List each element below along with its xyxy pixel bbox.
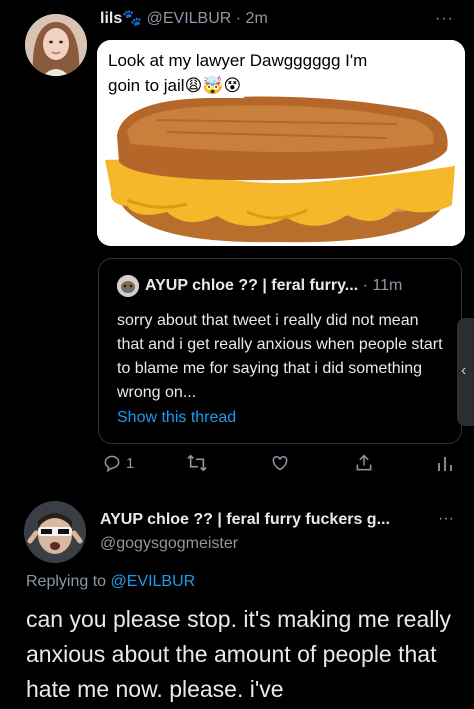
reply-button[interactable]: 1	[102, 453, 134, 473]
quoted-time: · 11m	[362, 277, 403, 295]
reply-more-dots-icon[interactable]: ···	[438, 510, 454, 528]
heart-icon	[272, 455, 288, 471]
caption-emojis: 😩🤯😵	[184, 76, 242, 95]
reply-author-name[interactable]: AYUP chloe ?? | feral furry fuckers g...	[100, 511, 390, 529]
reply-author-avatar[interactable]	[24, 501, 86, 563]
quoted-author-avatar	[117, 275, 139, 297]
replying-to-handle-link[interactable]: @EVILBUR	[111, 573, 196, 590]
quoted-tweet-card[interactable]: AYUP chloe ?? | feral furry... · 11m sor…	[98, 258, 462, 444]
replying-to-prefix: Replying to	[26, 573, 107, 590]
reply-author-handle[interactable]: @gogysgogmeister	[100, 535, 238, 553]
show-thread-link[interactable]: Show this thread	[117, 409, 236, 427]
retweet-icon	[187, 454, 207, 472]
more-dots-icon[interactable]: ···	[435, 10, 454, 28]
like-button[interactable]	[270, 453, 290, 473]
author-avatar[interactable]	[25, 14, 87, 76]
quoted-tweet-text: sorry about that tweet i really did not …	[117, 312, 443, 401]
tweet-header: lils🐾 @EVILBUR · 2m	[100, 8, 268, 28]
reply-count: 1	[126, 454, 135, 472]
retweet-button[interactable]	[186, 453, 208, 473]
meme-image[interactable]: Look at my lawyer Dawgggggg I'm goin to …	[97, 40, 465, 246]
reply-icon	[104, 455, 120, 473]
reply-tweet-text: can you please stop. it's making me real…	[26, 606, 451, 702]
analytics-button[interactable]	[436, 453, 454, 473]
analytics-icon	[438, 457, 452, 471]
side-handle-tab[interactable]: ‹	[457, 318, 474, 426]
caption-line-1: Look at my lawyer Dawgggggg I'm	[105, 48, 371, 73]
share-button[interactable]	[354, 453, 374, 473]
author-name[interactable]: lils	[100, 10, 122, 27]
author-emoji: 🐾	[122, 10, 143, 27]
share-icon	[356, 454, 372, 471]
replying-to: Replying to @EVILBUR	[26, 573, 195, 591]
tweet-action-bar: 1	[96, 447, 466, 481]
handle-and-time[interactable]: @EVILBUR · 2m	[147, 10, 268, 27]
quoted-tweet-header: AYUP chloe ?? | feral furry... · 11m	[117, 275, 402, 297]
quoted-author-name: AYUP chloe ?? | feral furry...	[145, 277, 359, 295]
meme-caption: Look at my lawyer Dawgggggg I'm goin to …	[105, 48, 371, 98]
caption-line-2: goin to jail	[108, 76, 185, 95]
chevron-left-icon: ‹	[461, 362, 467, 379]
